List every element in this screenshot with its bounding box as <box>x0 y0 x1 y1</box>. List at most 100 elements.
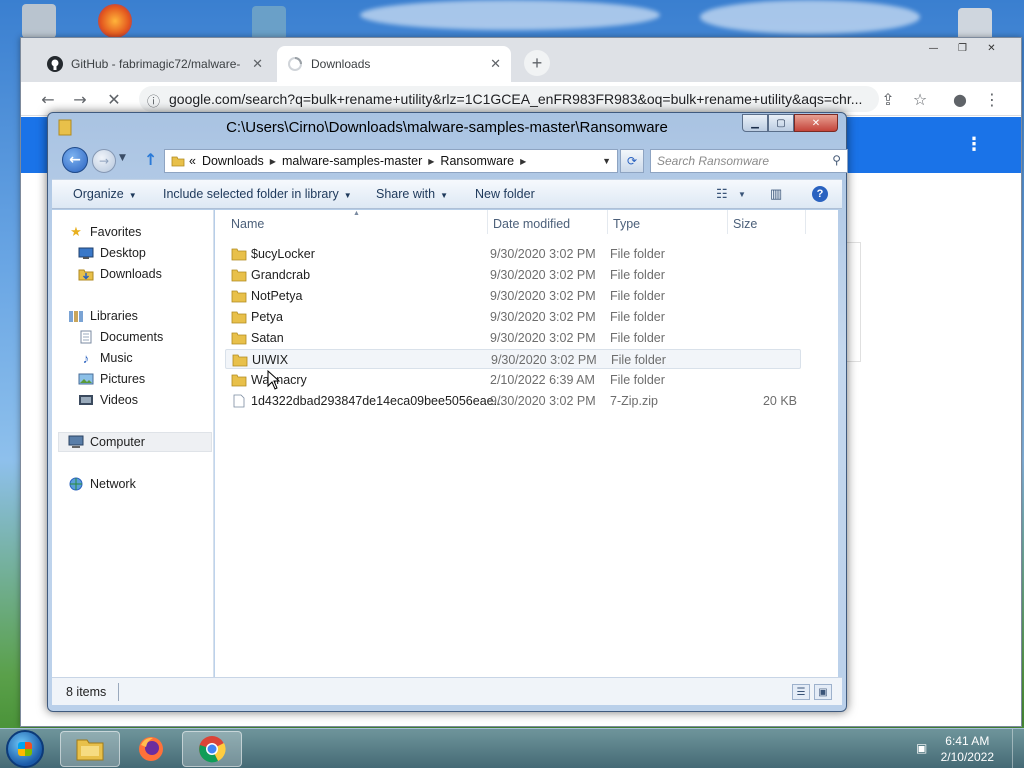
view-options-chevron-icon[interactable]: ▼ <box>738 190 756 206</box>
nav-videos[interactable]: Videos <box>78 390 138 410</box>
column-divider[interactable] <box>727 210 728 234</box>
show-desktop-button[interactable] <box>1012 729 1024 768</box>
nav-downloads[interactable]: Downloads <box>78 264 162 284</box>
videos-icon <box>78 393 94 407</box>
chrome-window-controls: — ❐ ✕ <box>920 40 1005 56</box>
close-icon[interactable]: ✕ <box>794 114 838 132</box>
nav-libraries[interactable]: Libraries <box>68 306 138 326</box>
file-row[interactable]: Wannacry 2/10/2022 6:39 AM File folder <box>225 370 801 390</box>
chrome-menu-icon[interactable]: ⋮ <box>983 90 1001 109</box>
page-menu-icon[interactable]: ⋮ <box>965 134 983 155</box>
maximize-icon[interactable]: ▢ <box>768 114 794 132</box>
stop-loading-icon[interactable]: ✕ <box>105 90 123 109</box>
back-icon[interactable]: ← <box>39 90 57 109</box>
star-icon: ★ <box>70 224 82 239</box>
profile-avatar-icon[interactable]: ● <box>951 90 969 109</box>
refresh-icon[interactable]: ⟳ <box>620 149 644 173</box>
breadcrumb-arrow-icon[interactable]: ▶ <box>428 157 434 166</box>
forward-icon[interactable]: → <box>71 90 89 109</box>
search-input[interactable]: Search Ransomware ⚲ <box>650 149 848 173</box>
column-header-date[interactable]: Date modified <box>493 217 570 231</box>
breadcrumb-arrow-icon[interactable]: ▶ <box>520 157 526 166</box>
file-name: $ucyLocker <box>251 247 315 261</box>
taskbar-chrome[interactable] <box>182 731 242 767</box>
minimize-icon[interactable]: — <box>920 40 947 56</box>
file-row[interactable]: NotPetya 9/30/2020 3:02 PM File folder <box>225 286 801 306</box>
back-arrow-icon[interactable]: ← <box>62 147 88 173</box>
file-row[interactable]: 1d4322dbad293847de14eca09bee5056eae... 9… <box>225 391 801 411</box>
breadcrumb-malware-samples-master[interactable]: malware-samples-master <box>282 154 422 168</box>
nav-pictures[interactable]: Pictures <box>78 369 145 389</box>
file-row[interactable]: Petya 9/30/2020 3:02 PM File folder <box>225 307 801 327</box>
folder-icon <box>231 374 247 387</box>
folder-icon <box>231 332 247 345</box>
forward-arrow-icon[interactable]: → <box>92 149 116 173</box>
tab-downloads[interactable]: Downloads ✕ <box>277 46 511 82</box>
file-type: File folder <box>610 373 665 387</box>
tab-downloads-label: Downloads <box>311 57 371 71</box>
address-bar[interactable]: ⓘ google.com/search?q=bulk+rename+utilit… <box>139 86 879 112</box>
item-count: 8 items <box>66 685 107 699</box>
large-icons-view-icon[interactable]: ▣ <box>814 684 832 700</box>
close-icon[interactable]: ✕ <box>978 40 1005 56</box>
nav-network[interactable]: Network <box>68 474 136 494</box>
bookmark-star-icon[interactable]: ☆ <box>911 90 929 109</box>
start-button[interactable] <box>6 730 44 768</box>
network-tray-icon[interactable]: ▣ <box>916 741 930 757</box>
file-list-pane: ▲ Name Date modified Type Size $ucyLocke… <box>215 210 838 680</box>
column-header-size[interactable]: Size <box>733 217 757 231</box>
recycle-bin-icon[interactable] <box>22 4 56 38</box>
firefox-desktop-icon[interactable] <box>98 4 132 38</box>
column-header-name[interactable]: Name <box>231 217 264 231</box>
address-dropdown-icon[interactable]: ▼ <box>602 156 611 166</box>
breadcrumb-downloads[interactable]: Downloads <box>202 154 264 168</box>
up-level-icon[interactable]: ↑ <box>144 150 157 169</box>
tab-close-icon[interactable]: ✕ <box>252 56 263 72</box>
chevron-down-icon: ▼ <box>128 191 137 200</box>
explorer-window-controls: ▁ ▢ ✕ <box>742 114 838 132</box>
new-tab-button[interactable]: + <box>524 50 550 76</box>
column-divider[interactable] <box>487 210 488 234</box>
tab-close-icon[interactable]: ✕ <box>490 56 501 72</box>
nav-music[interactable]: ♪ Music <box>78 348 133 368</box>
system-clock[interactable]: 6:41 AM 2/10/2022 <box>941 733 994 765</box>
new-folder-button[interactable]: New folder <box>475 187 535 201</box>
folder-icon <box>231 269 247 282</box>
nav-computer[interactable]: Computer <box>58 432 212 452</box>
include-in-library-button[interactable]: Include selected folder in library ▼ <box>163 187 352 201</box>
taskbar-explorer[interactable] <box>60 731 120 767</box>
nav-desktop[interactable]: Desktop <box>78 243 146 263</box>
column-header-type[interactable]: Type <box>613 217 640 231</box>
breadcrumb-ransomware[interactable]: Ransomware <box>440 154 514 168</box>
nav-favorites[interactable]: ★ Favorites <box>68 222 141 242</box>
column-divider[interactable] <box>607 210 608 234</box>
tab-github-label: GitHub - fabrimagic72/malware- <box>71 57 241 71</box>
taskbar-firefox[interactable] <box>121 731 181 767</box>
recent-pages-dropdown-icon[interactable]: ▼ <box>119 153 126 163</box>
file-type: File folder <box>610 331 665 345</box>
minimize-icon[interactable]: ▁ <box>742 114 768 132</box>
details-view-icon[interactable]: ☰ <box>792 684 810 700</box>
share-icon[interactable]: ⇪ <box>879 90 897 109</box>
restore-icon[interactable]: ❐ <box>949 40 976 56</box>
help-icon[interactable]: ? <box>812 186 828 202</box>
site-info-icon[interactable]: ⓘ <box>147 91 160 110</box>
address-breadcrumb[interactable]: « Downloads ▶ malware-samples-master ▶ R… <box>164 149 618 173</box>
file-name: Grandcrab <box>251 268 311 282</box>
nav-documents[interactable]: Documents <box>78 327 163 347</box>
breadcrumb-arrow-icon[interactable]: ▶ <box>270 157 276 166</box>
file-row[interactable]: Satan 9/30/2020 3:02 PM File folder <box>225 328 801 348</box>
column-divider[interactable] <box>805 210 806 234</box>
organize-button[interactable]: Organize ▼ <box>73 187 137 201</box>
file-row[interactable]: $ucyLocker 9/30/2020 3:02 PM File folder <box>225 244 801 264</box>
search-icon[interactable]: ⚲ <box>832 153 841 167</box>
desktop-shortcut-icon[interactable] <box>252 6 286 40</box>
change-view-icon[interactable]: ☷ <box>716 186 734 202</box>
breadcrumb-overflow[interactable]: « <box>189 154 196 168</box>
preview-pane-icon[interactable]: ▥ <box>770 186 788 202</box>
share-with-button[interactable]: Share with ▼ <box>376 187 448 201</box>
file-row[interactable]: Grandcrab 9/30/2020 3:02 PM File folder <box>225 265 801 285</box>
nav-videos-label: Videos <box>100 393 138 407</box>
file-row[interactable]: UIWIX 9/30/2020 3:02 PM File folder <box>225 349 801 369</box>
tab-github[interactable]: GitHub - fabrimagic72/malware- ✕ <box>37 46 273 82</box>
